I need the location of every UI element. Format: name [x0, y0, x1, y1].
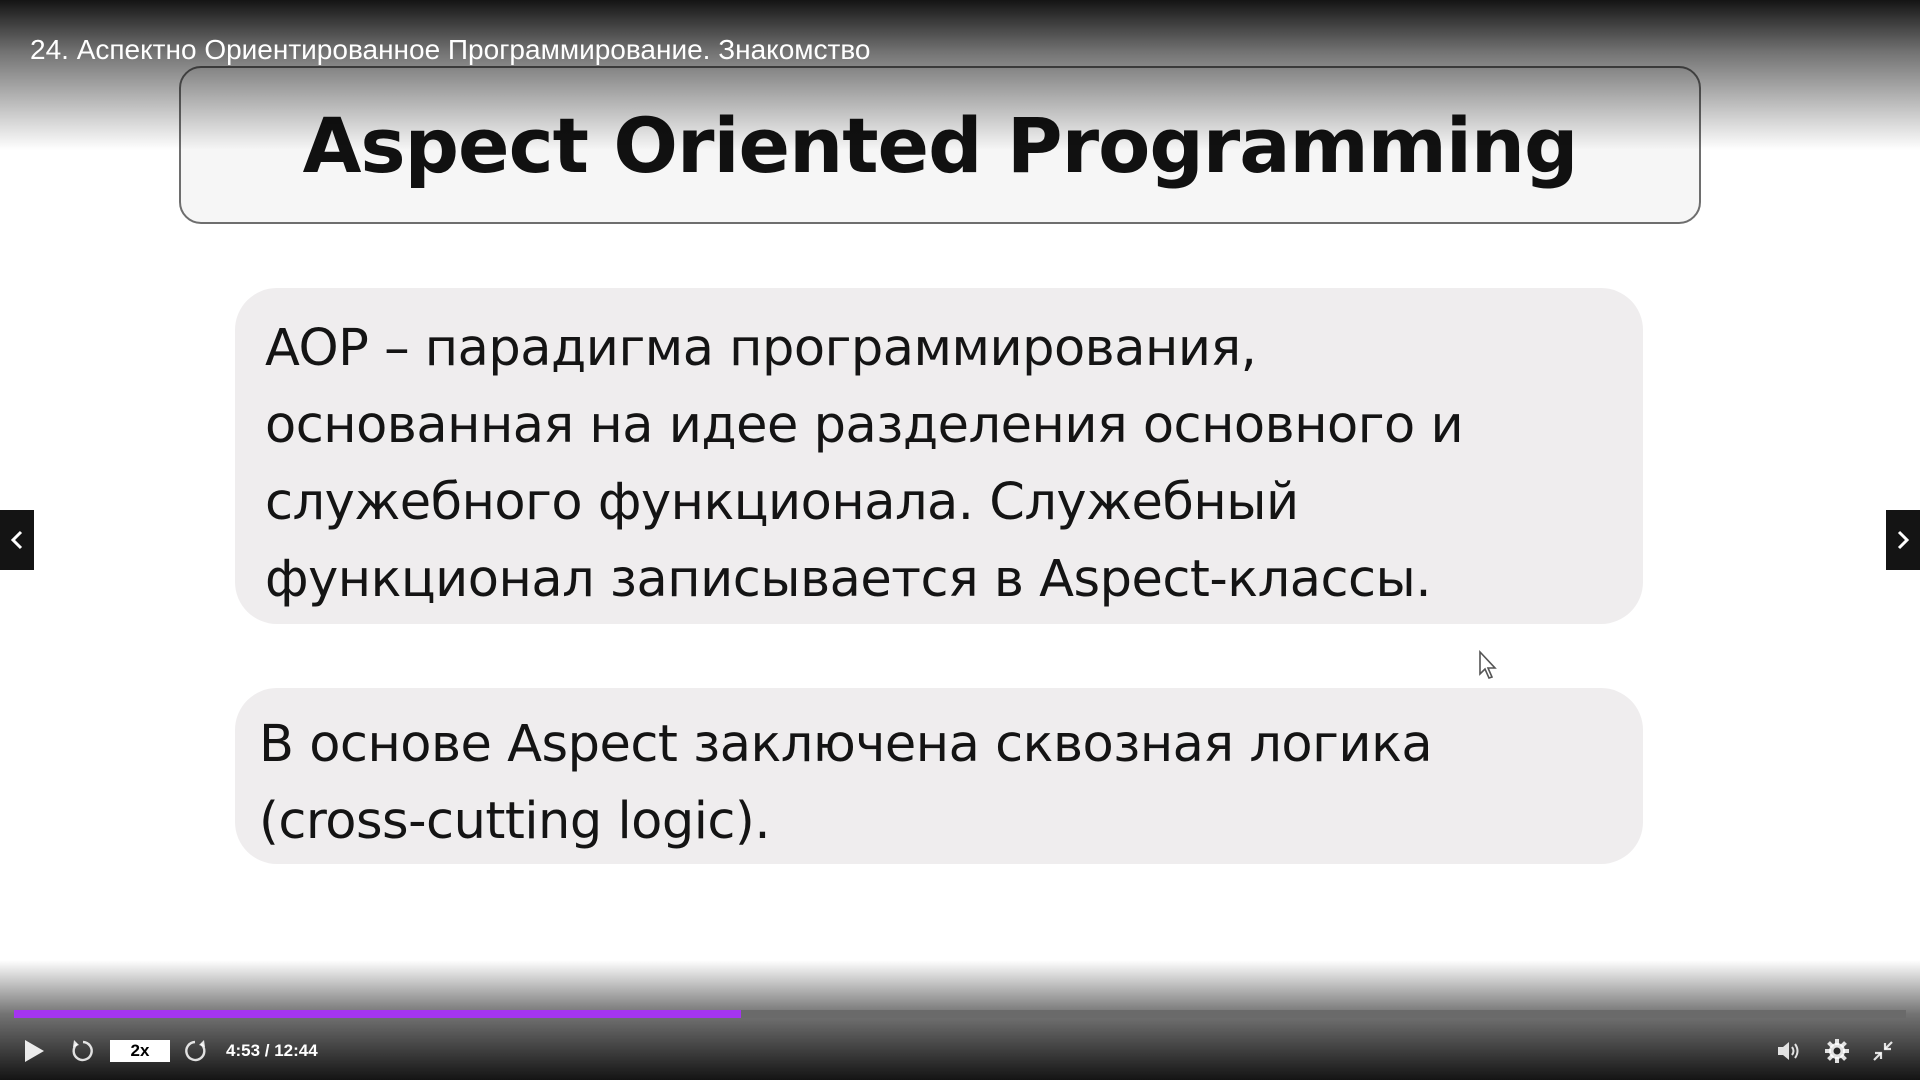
forward-icon: [185, 1040, 206, 1062]
mouse-cursor-icon: [1479, 650, 1497, 679]
definition-box: AOP – парадигма программирования, основа…: [235, 288, 1643, 624]
chevron-left-icon: [10, 530, 23, 550]
time-display: 4:53 / 12:44: [226, 1041, 318, 1060]
play-icon: [25, 1040, 44, 1062]
slide-canvas: Aspect Oriented Programming AOP – паради…: [0, 0, 1920, 1080]
settings-button[interactable]: [1822, 1036, 1852, 1066]
progress-fill: [14, 1010, 741, 1018]
slide-title-box: Aspect Oriented Programming: [179, 66, 1701, 224]
progress-bar[interactable]: [14, 1010, 1906, 1018]
definition-line: функционал записывается в Aspect-классы.: [265, 550, 1432, 609]
exit-fullscreen-icon: [1873, 1041, 1893, 1061]
volume-icon: [1778, 1042, 1799, 1060]
volume-button[interactable]: [1774, 1036, 1804, 1066]
exit-fullscreen-button[interactable]: [1868, 1036, 1898, 1066]
cross-cutting-box: В основе Aspect заключена сквозная логик…: [235, 688, 1643, 864]
slide-heading: Aspect Oriented Programming: [302, 100, 1579, 190]
definition-line: служебного функционала. Служебный: [265, 473, 1299, 532]
play-button[interactable]: [18, 1036, 50, 1066]
definition-line: AOP – парадигма программирования,: [265, 319, 1257, 378]
chevron-right-icon: [1897, 530, 1910, 550]
forward-button[interactable]: [180, 1036, 210, 1066]
definition-line: основанная на идее разделения основного …: [265, 396, 1464, 455]
gear-icon: [1825, 1039, 1849, 1063]
rewind-icon: [72, 1040, 93, 1062]
playback-speed-button[interactable]: 2x: [110, 1040, 170, 1062]
player-controls: 2x 4:53 / 12:44: [0, 1030, 1920, 1070]
rewind-button[interactable]: [68, 1036, 98, 1066]
video-title: 24. Аспектно Ориентированное Программиро…: [30, 34, 871, 65]
cross-cutting-line: (cross-cutting logic).: [259, 792, 771, 851]
previous-lecture-button[interactable]: [0, 510, 34, 570]
cross-cutting-line: В основе Aspect заключена сквозная логик…: [259, 715, 1433, 774]
next-lecture-button[interactable]: [1886, 510, 1920, 570]
